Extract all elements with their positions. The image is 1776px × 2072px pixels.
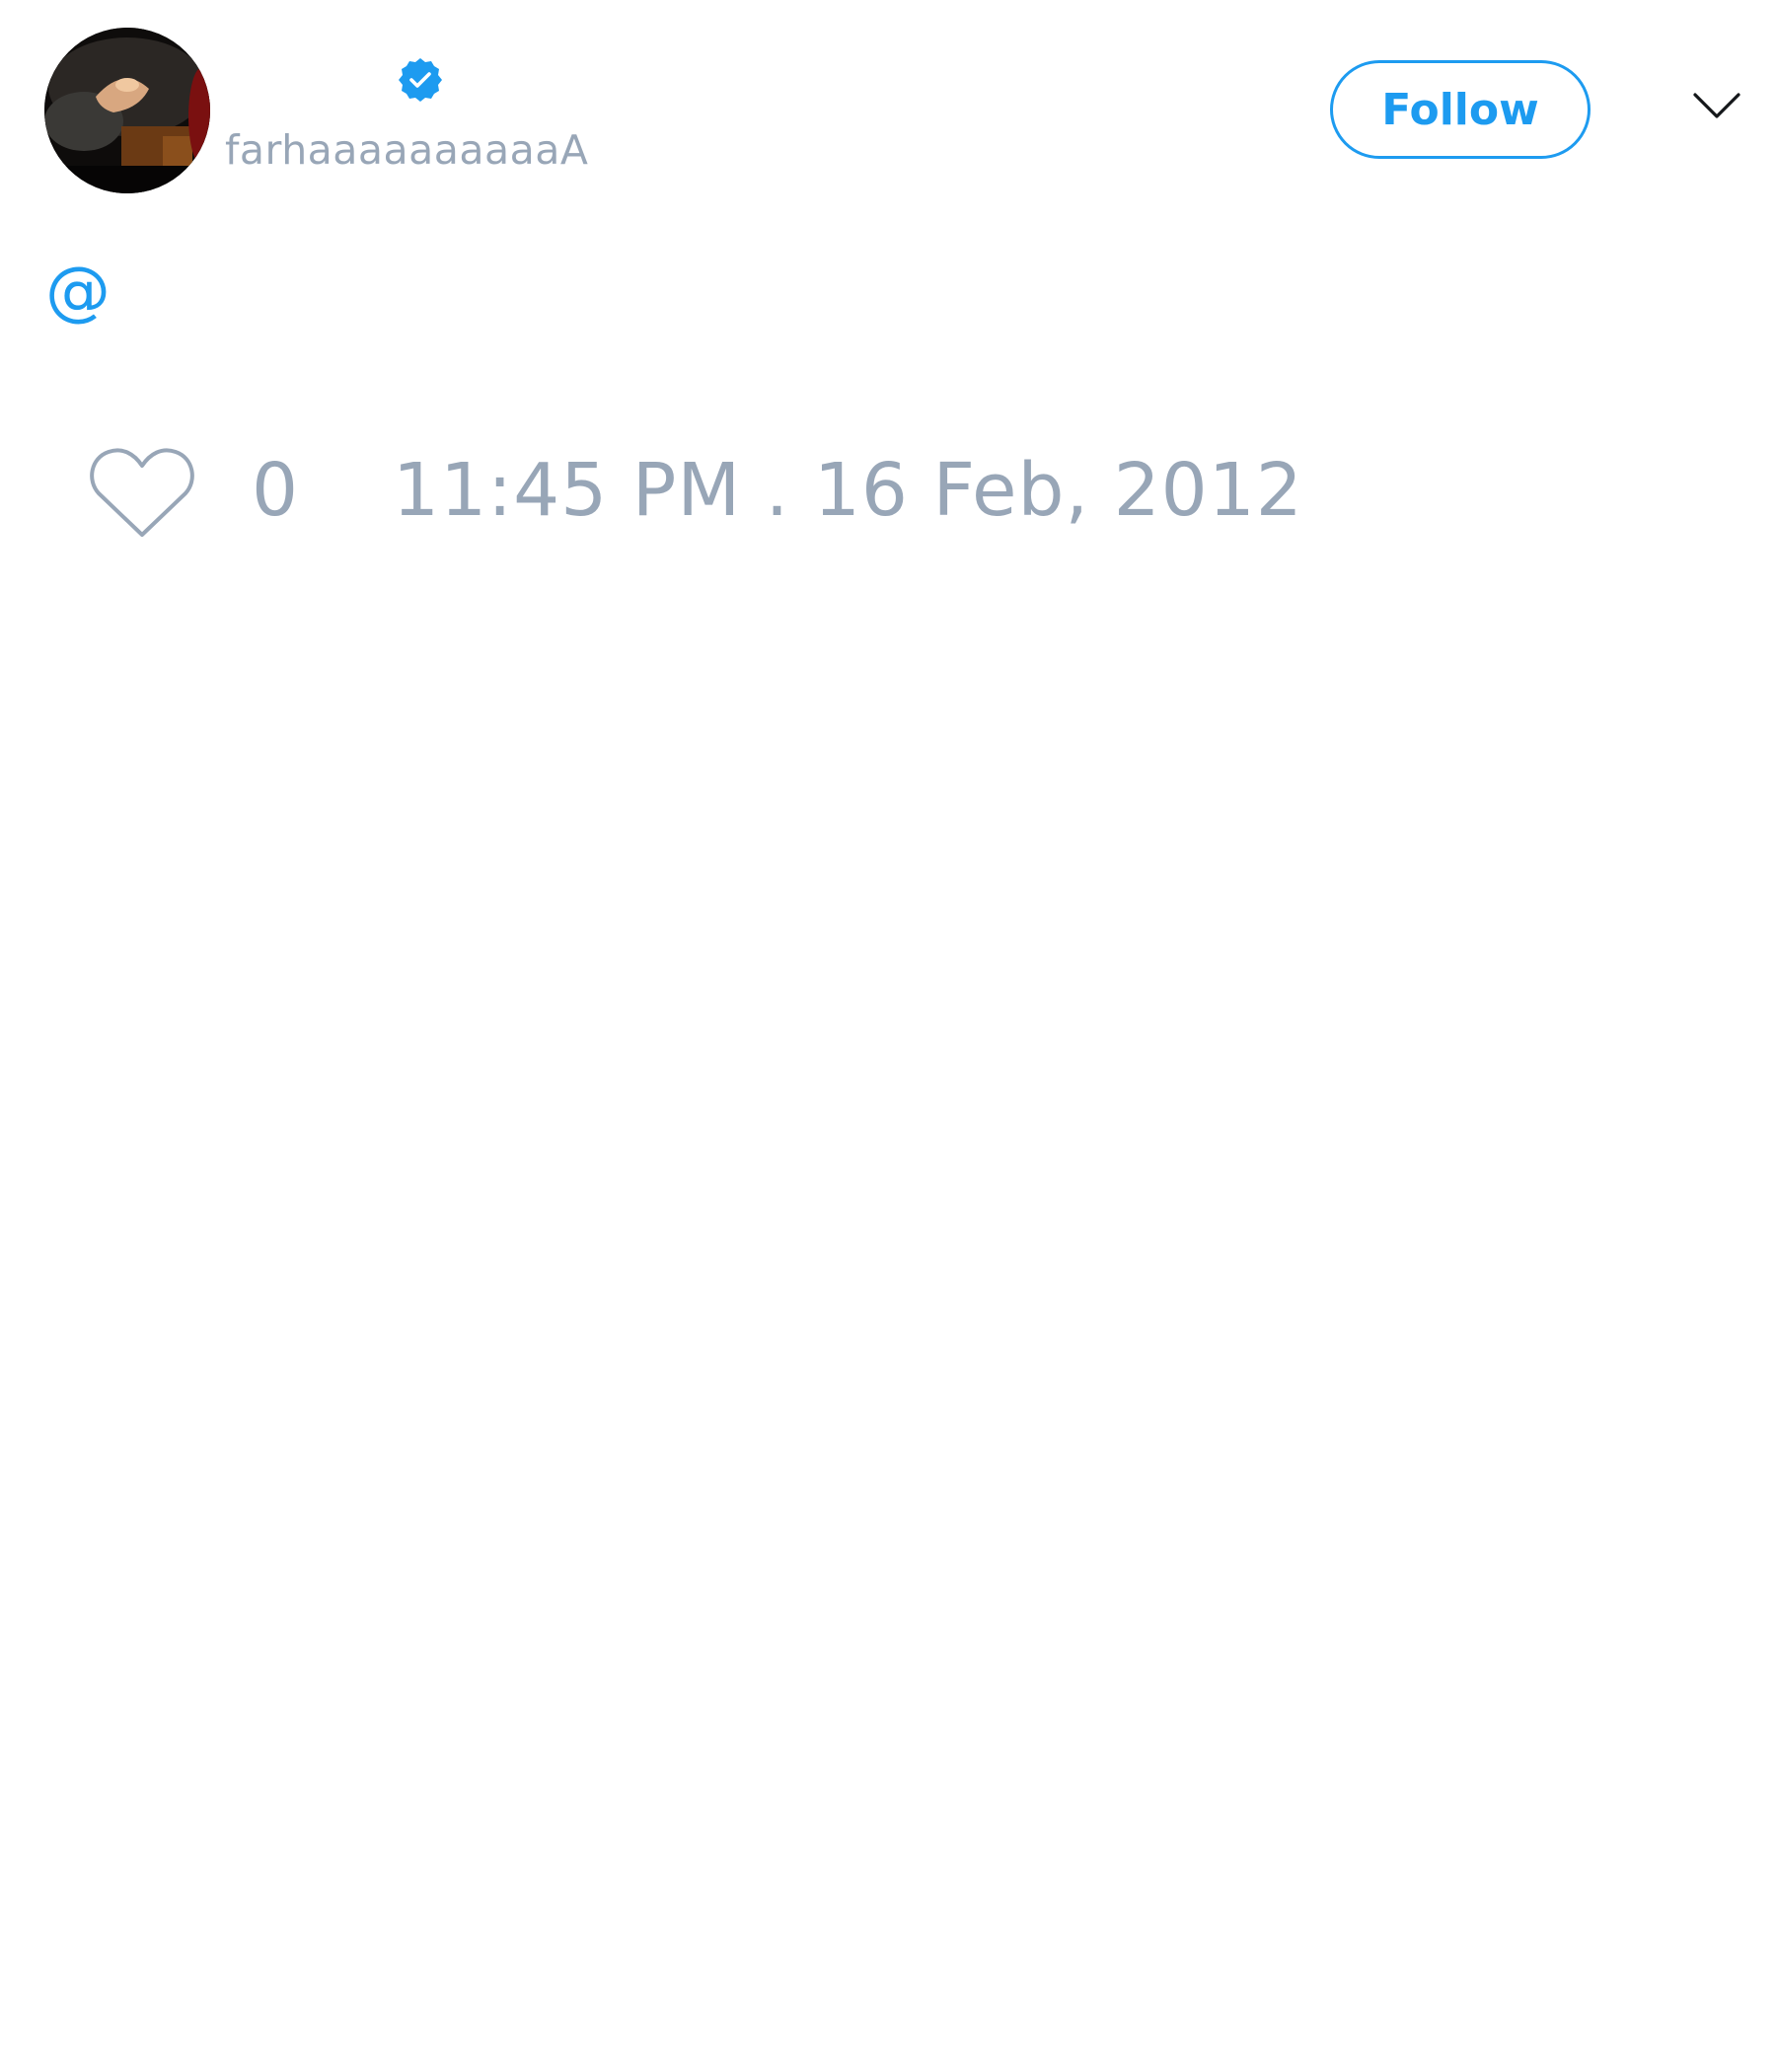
like-count: 0 <box>252 448 299 533</box>
tweet-timestamp[interactable]: 11:45 PM . 16 Feb, 2012 <box>393 454 1303 527</box>
chevron-down-icon[interactable] <box>1692 91 1741 122</box>
tweet-text[interactable]: @ <box>45 259 111 324</box>
heart-outline-icon[interactable] <box>89 446 195 541</box>
avatar[interactable] <box>44 28 210 193</box>
avatar-photo-icon <box>44 28 210 193</box>
tweet-card: farhaaaaaaaaaaA Follow @ 0 11:45 PM . 16… <box>0 0 1776 2072</box>
username[interactable]: farhaaaaaaaaaaA <box>225 126 588 174</box>
follow-button[interactable]: Follow <box>1330 60 1591 159</box>
verified-badge-icon <box>399 58 442 102</box>
